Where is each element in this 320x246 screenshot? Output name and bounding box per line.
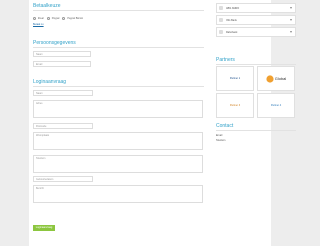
bank-label: ABN AMRO [226,6,240,10]
partner-logo-1[interactable]: Partner 1 [216,66,254,91]
payment-options: iDeal Paypal Paypal Bitcoin [33,17,204,20]
payment-option-label: Paypal Bitcoin [67,17,84,20]
bank-row-0[interactable]: ABN AMRO ▾ [216,3,296,13]
bank-row-2[interactable]: Rabobank ▾ [216,27,296,37]
placeholder: Email [36,63,43,66]
divider [33,86,204,87]
placeholder: Woonplaats [36,134,50,137]
partner-logo-text: Partner 3 [229,103,241,107]
request-section: Loginaanvraag [33,79,204,87]
request-textarea-4[interactable]: Bericht [33,185,203,203]
page: Betaalkeuze iDeal Paypal Paypal Bitcoin … [29,0,296,246]
placeholder: Naam [36,92,43,95]
chevron-down-icon: ▾ [289,29,292,34]
payment-section: Betaalkeuze iDeal Paypal Paypal Bitcoin … [33,3,204,26]
placeholder: Bericht [36,187,44,190]
partner-logo-3[interactable]: Partner 3 [216,93,254,118]
chevron-down-icon: ▾ [289,17,292,22]
divider [33,10,204,11]
request-field-1[interactable]: Naam [33,90,93,96]
request-textarea-1[interactable]: Adres [33,100,203,118]
divider [216,130,296,131]
contact-line-1: Telefoon [216,139,226,142]
contact-line-0: Email [216,134,223,137]
placeholder: Postcode [36,125,47,128]
radio-payment-2[interactable] [62,17,66,20]
radio-payment-1[interactable] [46,17,50,20]
submit-button[interactable]: Loginaanvraag verzenden [33,225,55,234]
divider [33,47,204,48]
personal-section: Persoonsgegevens [33,40,204,48]
request-textarea-2[interactable]: Woonplaats [33,132,203,150]
bank-label: Rabobank [226,30,238,34]
bank-icon [219,30,223,34]
partner-logo-4[interactable]: Partner 4 [257,93,295,118]
request-title: Loginaanvraag [33,79,67,85]
request-field-3[interactable]: Geboortedatum [33,176,93,182]
payment-link[interactable]: Betaal nu [33,23,204,26]
partner-logo-2[interactable]: Global [257,66,295,91]
email-field[interactable]: Email [33,61,91,67]
divider [216,64,296,65]
partner-logo-text: Partner 1 [229,76,241,80]
request-field-2[interactable]: Postcode [33,123,93,129]
placeholder: Adres [36,102,43,105]
placeholder: Telefoon [36,157,46,160]
contact-title: Contact [216,123,234,129]
payment-option-label: Paypal [51,17,60,20]
partner-logo-text: Global [274,75,287,81]
partners-title: Partners [216,57,235,63]
bank-icon [219,6,223,10]
radio-payment-0[interactable] [33,17,36,20]
bank-icon [219,18,223,22]
bank-label: ING Bank [226,18,237,22]
chevron-down-icon: ▾ [289,5,292,10]
payment-title: Betaalkeuze [33,3,61,9]
placeholder: Geboortedatum [36,178,54,181]
request-textarea-3[interactable]: Telefoon [33,155,203,173]
personal-title: Persoonsgegevens [33,40,76,46]
partner-logo-text: Partner 4 [270,103,282,107]
placeholder: Naam [36,53,43,56]
bank-row-1[interactable]: ING Bank ▾ [216,15,296,25]
name-field[interactable]: Naam [33,51,91,57]
globe-icon [266,74,274,83]
payment-option-label: iDeal [38,17,44,20]
